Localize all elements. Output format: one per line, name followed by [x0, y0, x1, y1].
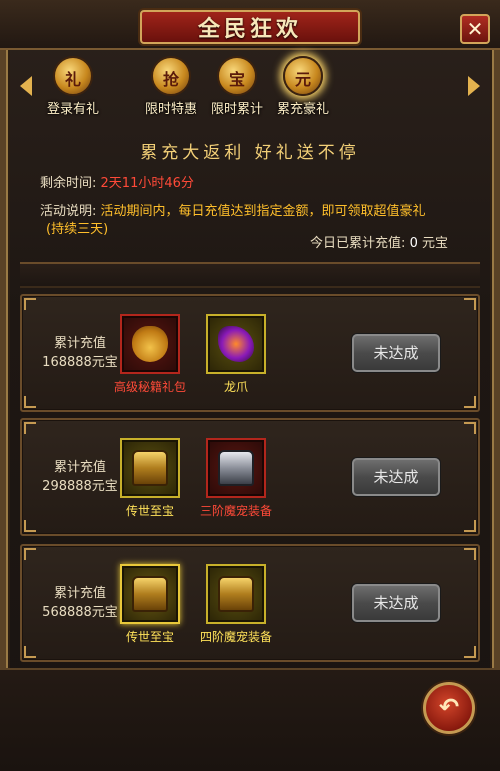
reward-row: 累计充值 168888元宝 高级秘籍礼包 龙爪 未达成 — [20, 294, 480, 412]
title-bar: 全民狂欢 ✕ — [0, 0, 500, 50]
tab-label: 登录有礼 — [46, 102, 99, 117]
gold-chest-icon — [132, 576, 168, 612]
tab-label: 限时累计 — [210, 102, 263, 117]
grab-badge-icon: 抢 — [151, 56, 191, 96]
reward-item[interactable]: 龙爪 — [196, 314, 276, 395]
item-slot — [206, 564, 266, 624]
today-recharge: 今日已累计充值: 0 元宝 — [310, 232, 448, 251]
tab-label: 累充豪礼 — [276, 102, 329, 117]
reward-item[interactable]: 四阶魔宠装备 — [196, 564, 276, 645]
description-duration: (持续三天) — [46, 222, 109, 237]
item-slot — [120, 438, 180, 498]
gold-chest-icon — [218, 576, 254, 612]
today-recharge-unit: 元宝 — [421, 236, 448, 251]
tab-label: 限时特惠 — [144, 102, 197, 117]
description-text: 活动期间内，每日充值达到指定金额，即可领取超值豪礼 — [100, 204, 426, 219]
claim-status-button[interactable]: 未达成 — [352, 584, 440, 622]
silver-chest-icon — [218, 450, 254, 486]
event-slogan: 累充大返利 好礼送不停 — [140, 143, 360, 163]
item-name: 高级秘籍礼包 — [113, 380, 186, 394]
today-recharge-value: 0 — [409, 236, 418, 251]
remaining-time-label: 剩余时间: — [40, 176, 97, 191]
reward-item[interactable]: 三阶魔宠装备 — [196, 438, 276, 519]
reward-row: 累计充值 298888元宝 传世至宝 三阶魔宠装备 未达成 — [20, 418, 480, 536]
item-name: 传世至宝 — [125, 630, 174, 644]
claim-status-button[interactable]: 未达成 — [352, 334, 440, 372]
reward-item[interactable]: 传世至宝 — [110, 438, 190, 519]
gift-bag-icon: 礼 — [53, 56, 93, 96]
back-button[interactable]: ↶ — [423, 682, 475, 734]
treasure-bag-icon — [132, 326, 168, 362]
back-arrow-icon: ↶ — [438, 693, 460, 721]
list-scroll-edge — [20, 262, 480, 288]
dragon-claw-icon — [218, 326, 254, 362]
tab-login-gift[interactable]: 礼 登录有礼 — [38, 56, 108, 120]
item-slot — [206, 314, 266, 374]
item-slot — [206, 438, 266, 498]
tab-limited-accumulate[interactable]: 宝 限时累计 — [202, 56, 272, 120]
reward-row: 累计充值 568888元宝 传世至宝 四阶魔宠装备 未达成 — [20, 544, 480, 662]
title-plate: 全民狂欢 — [140, 10, 360, 44]
item-slot — [120, 314, 180, 374]
tab-limited-sale[interactable]: 抢 限时特惠 — [136, 56, 206, 120]
gold-ingot-icon: 元 — [283, 56, 323, 96]
window-title: 全民狂欢 — [197, 16, 302, 42]
tab-recharge-gift[interactable]: 元 累充豪礼 — [268, 56, 338, 120]
item-name: 传世至宝 — [125, 504, 174, 518]
item-slot — [120, 564, 180, 624]
item-name: 三阶魔宠装备 — [199, 504, 272, 518]
claim-status-button[interactable]: 未达成 — [352, 458, 440, 496]
item-name: 四阶魔宠装备 — [199, 630, 272, 644]
gold-chest-icon — [132, 450, 168, 486]
reward-item[interactable]: 传世至宝 — [110, 564, 190, 645]
tab-scroll-right-icon[interactable] — [468, 76, 480, 96]
remaining-time-value: 2天11小时46分 — [100, 176, 194, 191]
activity-tabs: 礼 登录有礼 抢 限时特惠 宝 限时累计 元 累充豪礼 — [18, 54, 482, 126]
description-label: 活动说明: — [40, 204, 97, 219]
remaining-time: 剩余时间: 2天11小时46分 — [40, 172, 194, 191]
item-name: 龙爪 — [223, 380, 248, 394]
reward-item[interactable]: 高级秘籍礼包 — [110, 314, 190, 395]
close-button[interactable]: ✕ — [460, 14, 490, 44]
treasure-box-icon: 宝 — [217, 56, 257, 96]
today-recharge-label: 今日已累计充值: — [310, 236, 406, 251]
tab-scroll-left-icon[interactable] — [20, 76, 32, 96]
